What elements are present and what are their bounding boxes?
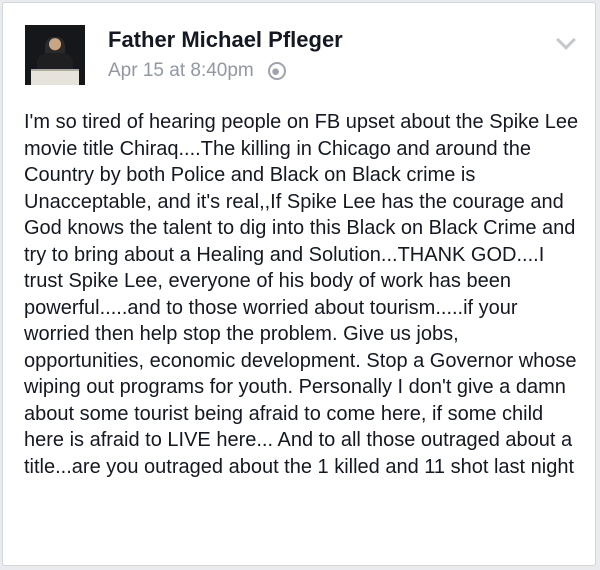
avatar-podium xyxy=(31,69,79,85)
chevron-down-icon[interactable] xyxy=(556,30,576,50)
post-meta: Apr 15 at 8:40pm xyxy=(108,60,286,82)
post-card: Father Michael Pfleger Apr 15 at 8:40pm … xyxy=(2,2,596,566)
author-name[interactable]: Father Michael Pfleger xyxy=(108,27,343,53)
avatar[interactable] xyxy=(25,25,85,85)
globe-icon[interactable] xyxy=(267,62,286,80)
post-timestamp[interactable]: Apr 15 at 8:40pm xyxy=(108,60,254,82)
post-text: I'm so tired of hearing people on FB ups… xyxy=(24,111,579,478)
